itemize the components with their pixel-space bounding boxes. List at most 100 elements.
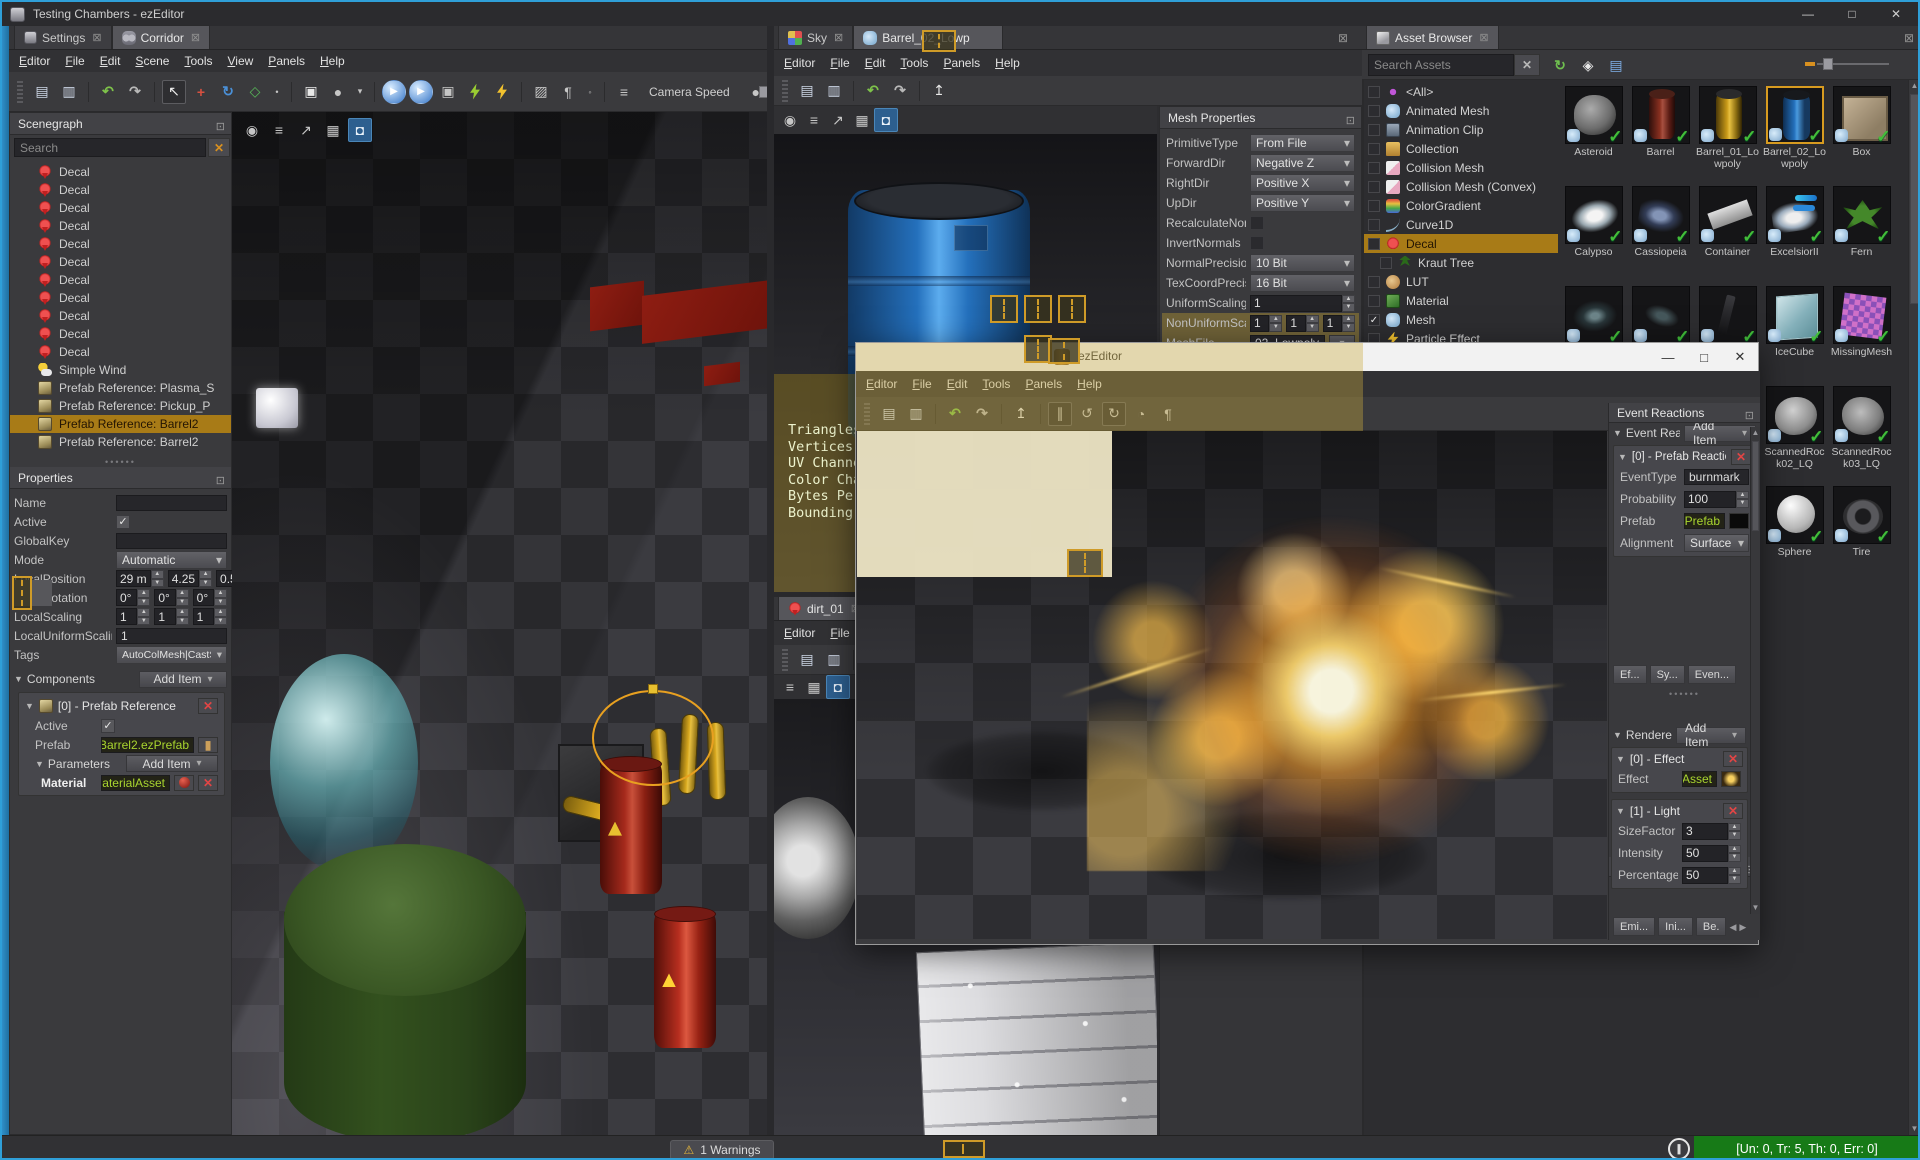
active-checkbox[interactable]: ✓ xyxy=(116,514,130,529)
warnings-button[interactable]: ⚠ 1 Warnings xyxy=(670,1140,774,1158)
menu-item-edit[interactable]: Edit xyxy=(100,54,121,68)
asset-card[interactable]: ✓ ScannedRock02_LQ xyxy=(1761,386,1828,486)
localposition-x-stepper[interactable]: 29 m ▲ ▼ xyxy=(116,570,164,587)
localrotation-y-stepper[interactable]: 0° ▲ ▼ xyxy=(154,589,189,606)
menu-item-tools[interactable]: Tools xyxy=(900,56,928,70)
screenshot-button[interactable]: ▦ xyxy=(850,108,874,132)
event-type-field[interactable]: burnmark xyxy=(1684,469,1749,485)
prefab-reaction-header[interactable]: [0] - Prefab Reaction xyxy=(1632,451,1726,463)
prefab-asset-field[interactable]: cts/Barrel2.ezPrefab xyxy=(101,736,194,753)
scenegraph-item[interactable]: Decal xyxy=(10,253,231,271)
maximize-button[interactable]: □ xyxy=(1830,2,1874,26)
select-button[interactable]: ↖ xyxy=(162,79,186,104)
asset-thumbnail[interactable]: ✓ xyxy=(1564,286,1623,346)
asset-thumbnail[interactable]: ✓ xyxy=(1765,386,1824,446)
pilcrow-button[interactable]: ¶ xyxy=(1156,402,1180,426)
scenegraph-item[interactable]: Decal xyxy=(10,199,231,217)
material-asset-field[interactable]: ezMaterialAsset xyxy=(101,774,170,791)
asset-card[interactable]: ✓ Cassiopeia xyxy=(1627,186,1694,286)
tab-asset-browser[interactable]: Asset Browser ⊠ xyxy=(1366,25,1499,49)
asset-type-item[interactable]: ✓ Mesh xyxy=(1364,310,1558,329)
alignment-dropdown[interactable]: Surface Normal xyxy=(1684,534,1749,552)
asset-browser-close-icon[interactable]: ⊠ xyxy=(1904,31,1914,45)
scene-red-barrel[interactable] xyxy=(654,906,716,1048)
save-button[interactable]: ▤ xyxy=(877,402,901,426)
texcoordprecision-dropdown[interactable]: 16 Bit xyxy=(1250,274,1355,292)
scenegraph-item[interactable]: Decal xyxy=(10,181,231,199)
asset-type-checkbox[interactable] xyxy=(1368,123,1380,136)
asset-thumbnail[interactable]: ✓ xyxy=(1832,386,1891,446)
export-button[interactable]: ↥ xyxy=(927,79,951,103)
event-reactions-add-item-button[interactable]: Add Item xyxy=(1684,419,1756,447)
render-dot-button[interactable]: ◦ xyxy=(583,80,597,104)
asset-card[interactable]: ✓ Asteroid xyxy=(1560,86,1627,186)
nonuniformscaling-stepper-0[interactable]: 1 ▲ ▼ xyxy=(1250,314,1283,332)
component-active-checkbox[interactable]: ✓ xyxy=(101,718,115,733)
asset-search-clear-icon[interactable]: ✕ xyxy=(1514,54,1540,76)
event-reactions-collapse-icon[interactable]: ▼ xyxy=(1613,428,1622,438)
nonuniformscaling-stepper-1[interactable]: 1 ▲ ▼ xyxy=(1286,314,1319,332)
asset-card[interactable]: ✓ ExcelsiorII xyxy=(1761,186,1828,286)
eye-button[interactable]: ◉ xyxy=(240,118,264,142)
asset-type-item[interactable]: Collision Mesh xyxy=(1364,158,1558,177)
asset-type-item[interactable]: ColorGradient xyxy=(1364,196,1558,215)
scenegraph-item[interactable]: Decal xyxy=(10,289,231,307)
toolbar-grip[interactable] xyxy=(864,402,870,425)
asset-card[interactable]: ✓ ScannedRock03_LQ xyxy=(1828,386,1895,486)
asset-type-checkbox[interactable] xyxy=(1368,275,1380,288)
export-box-button[interactable]: ▣ xyxy=(299,80,323,104)
prefab-reaction-collapse-icon[interactable]: ▼ xyxy=(1618,452,1627,462)
particle-panel-scrollbar[interactable]: ▲ ▼ xyxy=(1750,427,1760,914)
save-all-button[interactable]: ▥ xyxy=(822,79,846,103)
float-panel-icon[interactable]: ⊡ xyxy=(1346,110,1355,132)
bolt-button[interactable] xyxy=(490,80,514,104)
expand-button[interactable]: ↗ xyxy=(826,108,850,132)
probability-stepper[interactable]: 100 ▲ ▼ xyxy=(1684,490,1749,508)
asset-type-checkbox[interactable] xyxy=(1368,104,1380,117)
asset-card[interactable]: ✓ Calypso xyxy=(1560,186,1627,286)
scenegraph-search-clear-icon[interactable]: ✕ xyxy=(208,138,230,157)
asset-card[interactable]: ✓ Barrel xyxy=(1627,86,1694,186)
forwarddir-dropdown[interactable]: Negative Z xyxy=(1250,154,1355,172)
asset-type-item[interactable]: Animation Clip xyxy=(1364,120,1558,139)
asset-thumbnail[interactable]: ✓ xyxy=(1765,86,1824,145)
localscaling-y-stepper[interactable]: 1 ▲ ▼ xyxy=(154,608,189,625)
prefab-ref-header[interactable]: [0] - Prefab Reference xyxy=(58,699,193,713)
updir-dropdown[interactable]: Positive Y xyxy=(1250,194,1355,212)
particle-editor-window[interactable]: ezEditor — □ ✕ Editor File Edit Tools Panels… xyxy=(855,342,1760,945)
redo-button[interactable]: ↷ xyxy=(970,402,994,426)
translate-button[interactable]: + xyxy=(189,80,213,104)
layers-button[interactable]: ≡ xyxy=(778,675,802,699)
asset-type-item[interactable]: Kraut Tree xyxy=(1364,253,1558,272)
scale-button[interactable]: ◇ xyxy=(243,80,267,104)
refresh-assets-button[interactable]: ↻ xyxy=(1548,53,1572,77)
expand-button[interactable]: ↗ xyxy=(294,118,318,142)
intensity-stepper[interactable]: 50 ▲ ▼ xyxy=(1682,844,1741,862)
camera-button[interactable]: ◘ xyxy=(874,108,898,132)
menu-item-help[interactable]: Help xyxy=(1077,377,1102,391)
localuniformscaling-field[interactable]: 1 xyxy=(116,627,227,644)
menu-item-editor[interactable]: Editor xyxy=(784,56,815,70)
asset-type-checkbox[interactable] xyxy=(1368,294,1380,307)
tab-corridor[interactable]: Corridor ⊠ xyxy=(111,25,211,49)
scenegraph-item[interactable]: Decal xyxy=(10,163,231,181)
asset-thumbnail[interactable]: ✓ xyxy=(1832,86,1891,146)
tab-sky[interactable]: Sky ⊠ xyxy=(778,25,854,49)
recalculatenormals-checkbox[interactable] xyxy=(1250,216,1264,230)
layers-button[interactable]: ≡ xyxy=(802,108,826,132)
tab-settings-close-icon[interactable]: ⊠ xyxy=(92,31,101,44)
asset-type-checkbox[interactable] xyxy=(1368,218,1380,231)
prefab-asset-thumb-button[interactable]: ▮ xyxy=(198,736,218,753)
asset-thumbnail[interactable]: ✓ xyxy=(1832,486,1891,546)
menu-item-help[interactable]: Help xyxy=(320,54,345,68)
menu-item-file[interactable]: File xyxy=(912,377,931,391)
pilcrow-button[interactable]: ¶ xyxy=(556,80,580,104)
pause-button[interactable]: ∥ xyxy=(1048,401,1072,426)
clock-button[interactable]: ◔ xyxy=(1129,402,1153,426)
redo-button[interactable]: ↷ xyxy=(888,79,912,103)
asset-type-checkbox[interactable] xyxy=(1380,256,1392,269)
tags-dropdown[interactable]: AutoColMesh|CastShadow xyxy=(116,645,227,664)
tab-scroll-arrow[interactable]: ▶ xyxy=(1739,921,1746,933)
particle-minimize-button[interactable]: — xyxy=(1650,343,1686,371)
sphere-button[interactable]: ● xyxy=(326,80,350,104)
